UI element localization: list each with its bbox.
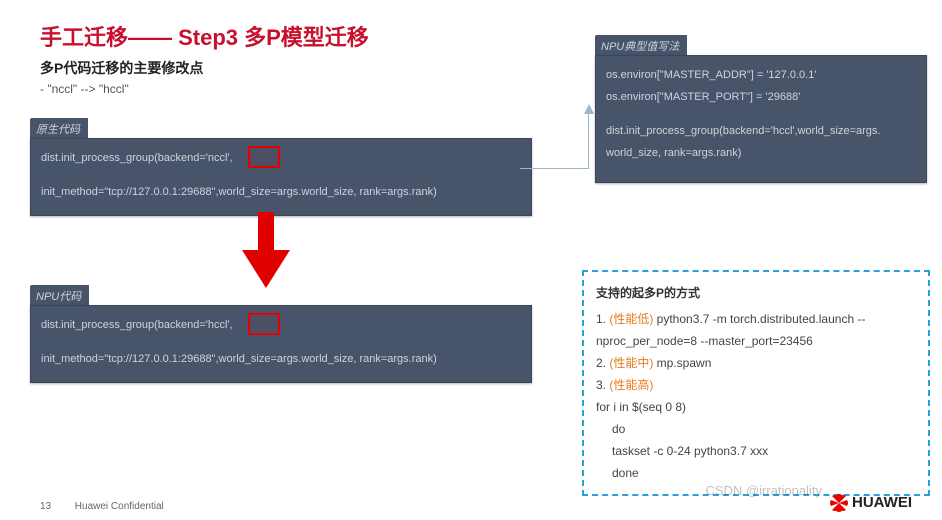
tag-original: 原生代码	[30, 118, 88, 140]
footer: 13 Huawei Confidential	[40, 501, 164, 512]
code-line: dist.init_process_group(backend='nccl',	[41, 147, 521, 169]
code-line: world_size, rank=args.rank)	[606, 142, 916, 164]
code-line: os.environ["MASTER_ADDR"] = '127.0.0.1'	[606, 64, 916, 86]
info-line: 3. (性能高)	[596, 374, 916, 396]
code-line: init_method="tcp://127.0.0.1:29688",worl…	[41, 348, 521, 370]
info-line: for i in $(seq 0 8)	[596, 396, 916, 418]
highlight-nccl	[248, 146, 280, 168]
tag-npu: NPU代码	[30, 285, 89, 307]
page-number: 13	[40, 501, 72, 512]
arrow-down-icon	[242, 212, 290, 290]
highlight-hccl	[248, 313, 280, 335]
slide-subtitle: 多P代码迁移的主要修改点	[40, 58, 203, 78]
infobox-header: 支持的起多P的方式	[596, 282, 916, 304]
code-line: init_method="tcp://127.0.0.1:29688",worl…	[41, 181, 521, 203]
codebox-npu: dist.init_process_group(backend='hccl', …	[30, 305, 532, 383]
info-line: 2. (性能中) mp.spawn	[596, 352, 916, 374]
petal-icon	[830, 494, 848, 512]
watermark: CSDN @irrationality	[706, 483, 823, 498]
text: mp.spawn	[653, 356, 711, 370]
code-line: os.environ["MASTER_PORT"] = '29688'	[606, 86, 916, 108]
perf-low: (性能低)	[609, 312, 653, 326]
huawei-logo: HUAWEI	[830, 494, 912, 512]
infobox-support: 支持的起多P的方式 1. (性能低) python3.7 -m torch.di…	[582, 270, 930, 496]
text: 3.	[596, 378, 609, 392]
connector-line	[520, 168, 589, 169]
text: 2.	[596, 356, 609, 370]
arrow-up-icon	[584, 104, 594, 114]
text: python3.7 -m torch.distributed.launch --	[653, 312, 865, 326]
connector-line	[588, 110, 589, 168]
code-line: dist.init_process_group(backend='hccl',w…	[606, 120, 916, 142]
slide-title: 手工迁移—— Step3 多P模型迁移	[40, 20, 369, 52]
tag-typical: NPU典型值写法	[595, 35, 687, 57]
text: 1.	[596, 312, 609, 326]
change-bullet: - "nccl" --> "hccl"	[40, 82, 129, 96]
info-line: do	[596, 418, 916, 440]
info-line: done	[596, 462, 916, 484]
info-line: 1. (性能低) python3.7 -m torch.distributed.…	[596, 308, 916, 330]
codebox-typical: os.environ["MASTER_ADDR"] = '127.0.0.1' …	[595, 55, 927, 183]
code-line: dist.init_process_group(backend='hccl',	[41, 314, 521, 336]
confidential-label: Huawei Confidential	[75, 501, 164, 512]
perf-high: (性能高)	[609, 378, 653, 392]
slide: { "header": { "title": "手工迁移—— Step3 多P模…	[0, 0, 942, 520]
info-line: nproc_per_node=8 --master_port=23456	[596, 330, 916, 352]
codebox-original: dist.init_process_group(backend='nccl', …	[30, 138, 532, 216]
perf-mid: (性能中)	[609, 356, 653, 370]
logo-text: HUAWEI	[852, 494, 912, 511]
info-line: taskset -c 0-24 python3.7 xxx	[596, 440, 916, 462]
